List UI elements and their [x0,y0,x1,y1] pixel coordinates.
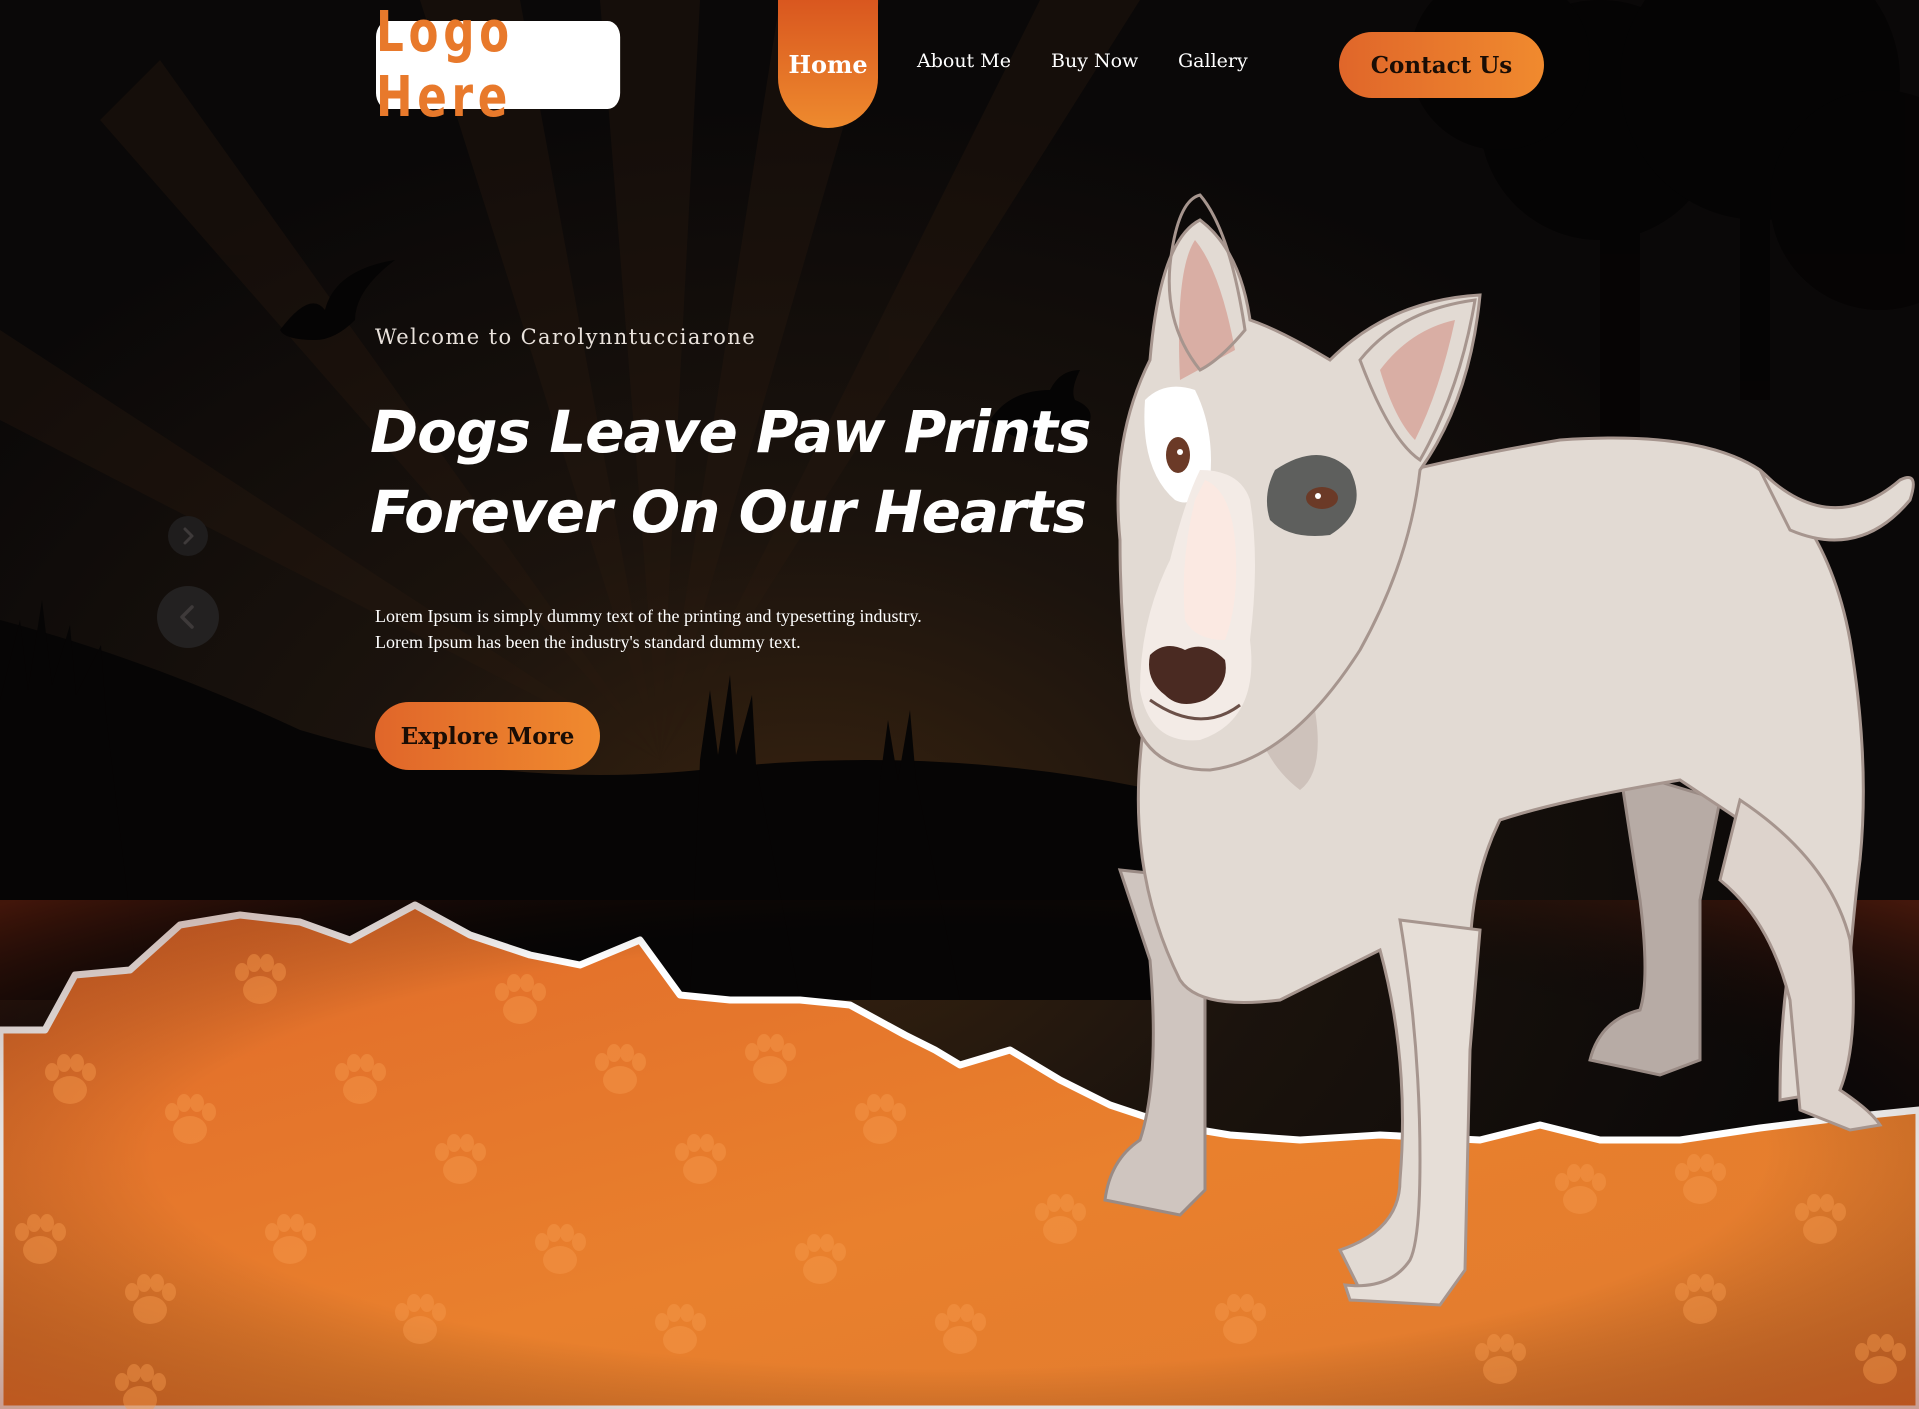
hero-description: Lorem Ipsum is simply dummy text of the … [375,603,995,655]
logo-text: Logo Here [376,0,514,130]
nav-buy-now[interactable]: Buy Now [1051,50,1138,72]
nav-about[interactable]: About Me [917,50,1011,72]
nav-home[interactable]: Home [778,0,878,128]
background-illustration [0,0,1919,1409]
explore-more-label: Explore More [400,722,575,750]
contact-us-label: Contact Us [1370,51,1513,79]
hero-headline: Dogs Leave Paw Prints Forever On Our Hea… [370,392,1091,552]
description-line-2: Lorem Ipsum has been the industry's stan… [375,632,801,652]
headline-line-2: Forever On Our Hearts [370,478,1087,546]
hero-section: Logo Here Home About Me Buy Now Gallery … [0,0,1919,1409]
nav-gallery[interactable]: Gallery [1178,50,1248,72]
explore-more-button[interactable]: Explore More [375,702,600,770]
contact-us-button[interactable]: Contact Us [1339,32,1544,98]
chevron-right-icon [183,527,194,545]
logo[interactable]: Logo Here [376,0,621,130]
nav-home-label: Home [788,49,868,79]
welcome-text: Welcome to Carolynntucciarone [375,325,757,349]
headline-line-1: Dogs Leave Paw Prints [370,398,1091,466]
description-line-1: Lorem Ipsum is simply dummy text of the … [375,606,922,626]
chevron-left-icon [180,605,194,629]
slider-next-button[interactable] [168,516,208,556]
slider-prev-button[interactable] [157,586,219,648]
